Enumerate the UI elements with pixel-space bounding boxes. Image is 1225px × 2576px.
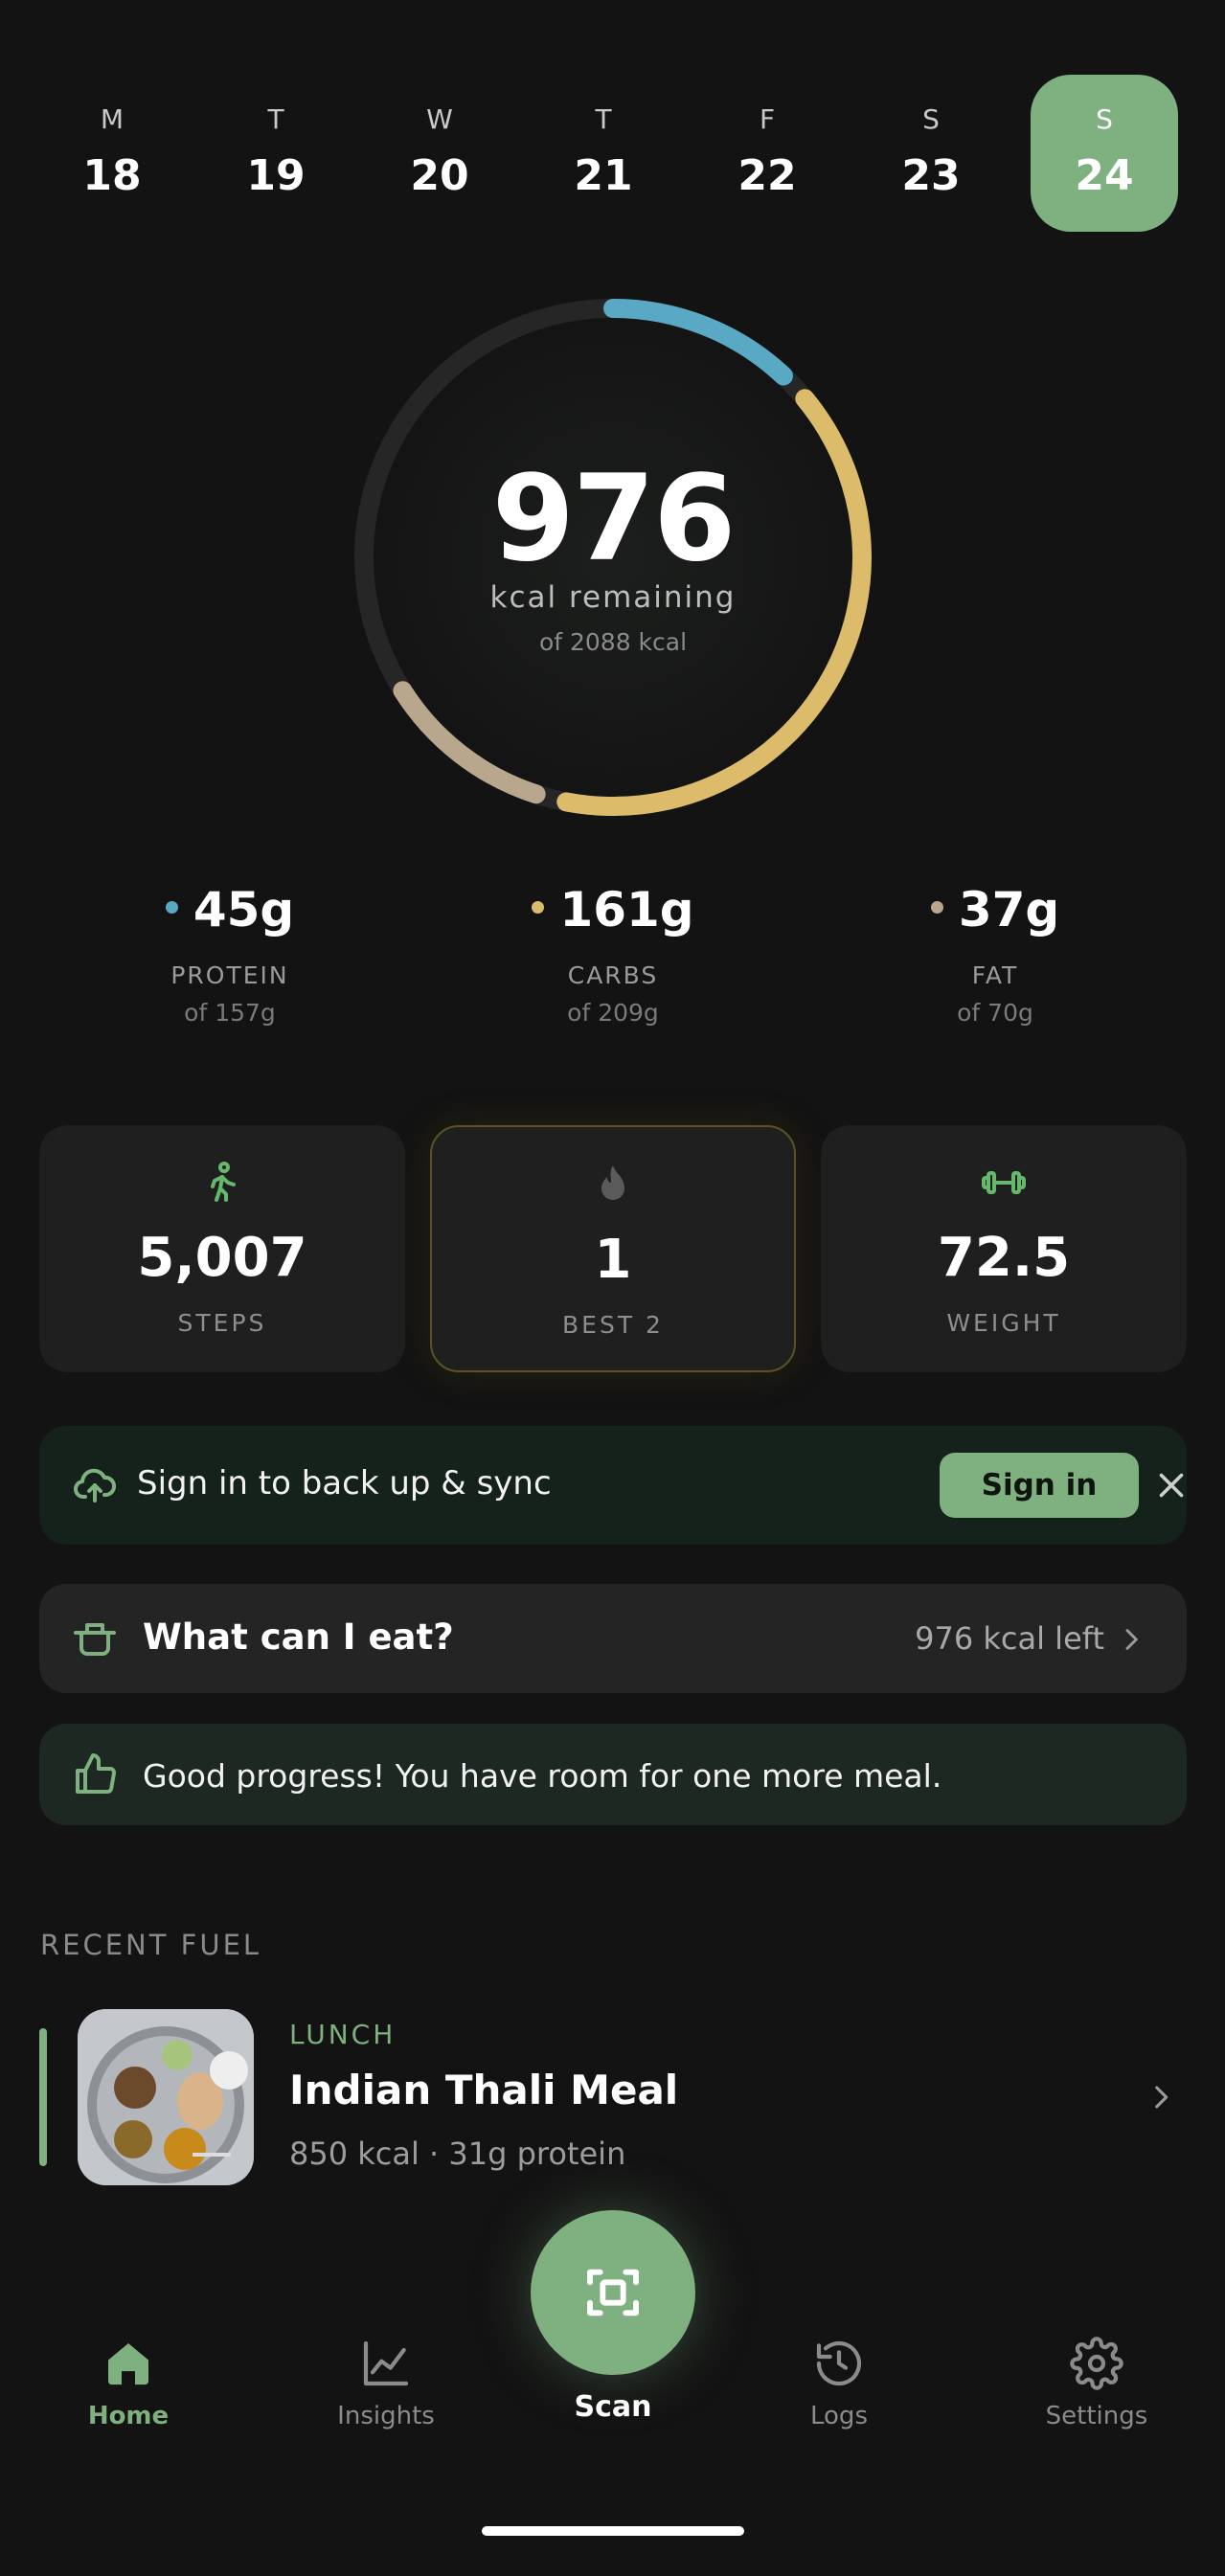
macro-name: PROTEIN [170,961,289,989]
day-wed[interactable]: W 20 [366,75,513,232]
cooking-pot-icon [74,1623,116,1656]
sync-banner: Sign in to back up & sync Sign in [39,1426,1187,1545]
nav-logs-label: Logs [810,2402,868,2430]
streak-card[interactable]: 1 BEST 2 [430,1125,796,1372]
day-number: 23 [901,151,961,200]
recent-fuel-heading: RECENT FUEL [40,1929,262,1961]
day-number: 24 [1075,151,1134,200]
fat-dot [930,901,943,914]
close-icon[interactable] [1154,1468,1189,1503]
day-fri[interactable]: F 22 [693,75,841,232]
nav-insights-label: Insights [337,2402,435,2430]
nav-settings[interactable]: Settings [1010,2337,1183,2430]
day-letter: T [267,103,284,135]
streak-label: BEST 2 [562,1311,664,1339]
streak-value: 1 [594,1229,632,1291]
kcal-remaining-label: kcal remaining [489,580,737,615]
macro-value: 45g [193,882,295,938]
day-letter: F [759,103,776,135]
progress-message: Good progress! You have room for one mor… [39,1724,1187,1825]
day-sat[interactable]: S 23 [857,75,1005,232]
meal-thumbnail [78,2009,254,2185]
macro-goal: of 157g [184,999,276,1027]
day-letter: M [100,103,125,135]
history-icon [816,2340,862,2386]
day-letter: T [595,103,612,135]
meal-nutrition: 850 kcal · 31g protein [289,2135,626,2172]
carbs-dot [532,901,545,914]
weight-label: WEIGHT [946,1309,1061,1337]
thumbs-up-icon [76,1753,117,1794]
steps-label: STEPS [177,1309,267,1337]
progress-message-text: Good progress! You have room for one mor… [143,1757,942,1795]
day-sun-selected[interactable]: S 24 [1031,75,1178,232]
nav-insights[interactable]: Insights [300,2337,472,2430]
meal-title: Indian Thali Meal [289,2067,679,2113]
macro-value: 161g [559,882,694,938]
walking-person-icon [211,1162,236,1202]
meal-accent-bar [39,2028,47,2166]
kcal-remaining-value: 976 [491,450,737,588]
day-letter: S [1096,103,1113,135]
nav-scan-label[interactable]: Scan [517,2390,709,2424]
macro-goal: of 209g [567,999,659,1027]
nav-logs[interactable]: Logs [753,2337,925,2430]
thali-plate-image [78,2009,254,2185]
home-icon [108,2343,148,2385]
day-tue[interactable]: T 19 [202,75,350,232]
recent-meal-item[interactable]: LUNCH Indian Thali Meal 850 kcal · 31g p… [39,2005,1187,2189]
macro-goal: of 70g [957,999,1033,1027]
day-number: 22 [737,151,797,200]
calorie-ring: 976 kcal remaining of 2088 kcal [354,299,872,816]
protein-dot [165,901,178,914]
macro-name: FAT [971,961,1019,989]
gear-icon [1070,2337,1123,2390]
macro-protein: 45g PROTEIN of 157g [86,879,374,1027]
day-number: 20 [410,151,469,200]
flame-icon [601,1165,624,1200]
weight-value: 72.5 [937,1227,1071,1289]
kcal-left: 976 kcal left [915,1620,1104,1657]
macro-value: 37g [958,882,1060,938]
day-letter: S [922,103,940,135]
weight-card[interactable]: 72.5 WEIGHT [821,1125,1187,1372]
day-mon[interactable]: M 18 [38,75,186,232]
macro-carbs: 161g CARBS of 209g [469,879,757,1027]
scan-frame-icon [587,2269,639,2316]
home-indicator [482,2526,744,2536]
nav-home[interactable]: Home [42,2337,215,2430]
chevron-right-icon [1125,1629,1138,1650]
meal-type: LUNCH [289,2019,397,2050]
nav-home-label: Home [87,2402,170,2430]
macro-fat: 37g FAT of 70g [851,879,1139,1027]
day-number: 21 [574,151,633,200]
scan-button[interactable] [531,2210,695,2375]
steps-card[interactable]: 5,007 STEPS [39,1125,405,1372]
sync-message: Sign in to back up & sync [137,1464,552,1503]
kcal-goal: of 2088 kcal [538,628,688,656]
day-letter: W [426,103,453,135]
macro-name: CARBS [567,961,659,989]
chevron-right-icon [1155,2086,1168,2109]
day-number: 18 [82,151,142,200]
ring-center: 976 kcal remaining of 2088 kcal [354,299,872,816]
chart-line-icon [363,2340,409,2386]
what-can-i-eat-card[interactable]: What can I eat? 976 kcal left [39,1584,1187,1693]
dumbbell-icon [982,1171,1026,1194]
nav-settings-label: Settings [1045,2402,1148,2430]
what-can-i-eat-title: What can I eat? [143,1616,454,1658]
steps-value: 5,007 [137,1227,307,1289]
cloud-upload-icon [74,1468,116,1503]
sign-in-button[interactable]: Sign in [940,1453,1139,1518]
week-day-selector: M 18 T 19 W 20 T 21 F 22 S 23 S 24 [38,75,1184,232]
day-thu[interactable]: T 21 [530,75,677,232]
day-number: 19 [246,151,306,200]
